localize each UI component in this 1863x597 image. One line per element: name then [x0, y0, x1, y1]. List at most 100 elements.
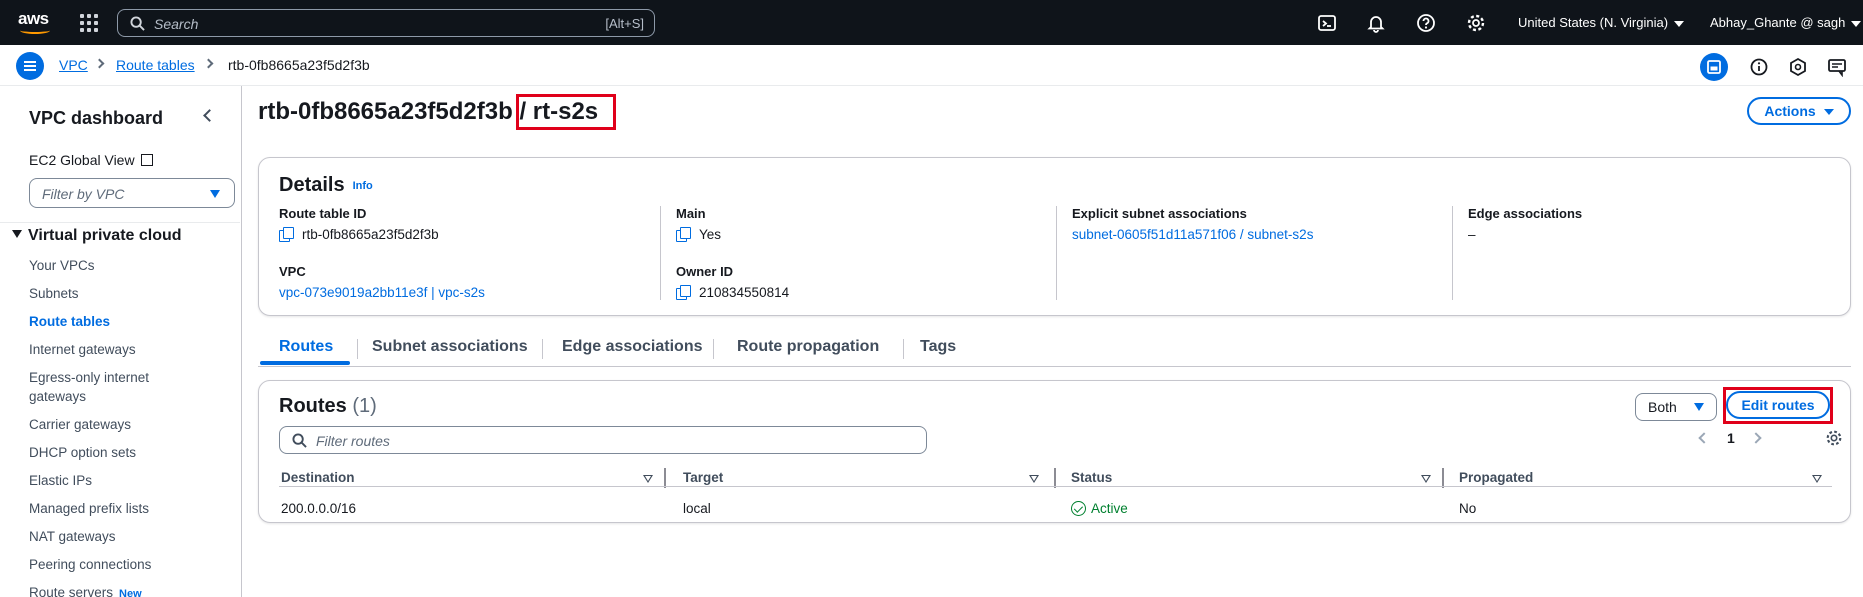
chevron-down-icon [1674, 20, 1685, 27]
edit-routes-button[interactable]: Edit routes [1726, 391, 1830, 419]
caret-down-icon [1694, 403, 1704, 411]
column-header-target[interactable]: Target [683, 470, 723, 485]
breadcrumb-route-tables[interactable]: Route tables [116, 57, 195, 73]
bell-icon[interactable] [1366, 13, 1386, 33]
caret-down-icon [1823, 109, 1834, 116]
sidebar-item-elastic-ips[interactable]: Elastic IPs [29, 471, 92, 490]
external-link-icon [140, 154, 153, 166]
amazon-q-icon[interactable] [1788, 57, 1808, 77]
route-filter-select[interactable]: Both [1635, 393, 1717, 421]
account-menu[interactable]: Abhay_Ghante @ sagh [1710, 15, 1862, 30]
chevron-right-icon [94, 58, 105, 69]
filter-by-vpc-select[interactable]: Filter by VPC [29, 178, 235, 208]
breadcrumb-vpc[interactable]: VPC [59, 57, 88, 73]
tab-edge-associations[interactable]: Edge associations [562, 338, 703, 356]
sidebar-item-subnets[interactable]: Subnets [29, 284, 79, 303]
sidebar-item-managed-prefix-lists[interactable]: Managed prefix lists [29, 499, 149, 518]
subnet-link[interactable]: subnet-0605f51d11a571f06 / subnet-s2s [1072, 227, 1452, 242]
sidebar-item-internet-gateways[interactable]: Internet gateways [29, 340, 136, 359]
status-success-icon [1071, 501, 1086, 516]
pagination: 1 [1696, 429, 1786, 449]
column-header-destination[interactable]: Destination [281, 470, 355, 485]
tab-tags[interactable]: Tags [920, 338, 956, 356]
chevron-right-icon [203, 58, 214, 69]
sort-icon[interactable] [643, 475, 653, 483]
search-placeholder: Search [154, 16, 199, 32]
edge-associations-label: Edge associations [1468, 206, 1583, 221]
region-selector[interactable]: United States (N. Virginia) [1518, 15, 1685, 30]
sidebar-item-carrier-gateways[interactable]: Carrier gateways [29, 415, 131, 434]
tab-route-propagation[interactable]: Route propagation [737, 338, 879, 356]
sidebar-item-nat-gateways[interactable]: NAT gateways [29, 527, 116, 546]
sidebar-item-peering-connections[interactable]: Peering connections [29, 555, 151, 574]
search-icon [292, 433, 307, 448]
caret-down-icon [210, 190, 220, 198]
copy-icon[interactable] [676, 285, 691, 300]
help-icon[interactable] [1416, 13, 1436, 33]
sidebar-title[interactable]: VPC dashboard [29, 108, 163, 129]
column-header-status[interactable]: Status [1071, 470, 1112, 485]
page-number[interactable]: 1 [1727, 430, 1735, 446]
new-badge: New [119, 588, 142, 597]
tab-list: Routes Subnet associations Edge associat… [258, 334, 1851, 367]
sidebar-item-route-servers[interactable]: Route servers New [29, 583, 142, 597]
sidebar-item-your-vpcs[interactable]: Your VPCs [29, 256, 95, 275]
sidebar-item-ec2-global-view[interactable]: EC2 Global View [29, 152, 153, 168]
vpc-label: VPC [279, 264, 306, 279]
sidebar-item-dhcp-option-sets[interactable]: DHCP option sets [29, 443, 136, 462]
vpc-link[interactable]: vpc-073e9019a2bb11e3f | vpc-s2s [279, 285, 659, 300]
sort-icon[interactable] [1812, 475, 1822, 483]
routes-count: (1) [352, 395, 377, 417]
copy-icon[interactable] [279, 227, 294, 242]
breadcrumb-current: rtb-0fb8665a23f5d2f3b [228, 57, 370, 73]
details-panel: Details Info Route table ID rtb-0fb8665a2… [258, 157, 1851, 316]
divider [1452, 206, 1453, 300]
collapse-sidebar-icon[interactable] [203, 109, 216, 122]
column-resizer[interactable] [664, 468, 666, 488]
details-heading: Details Info [279, 174, 373, 196]
divider [279, 486, 1832, 487]
column-resizer[interactable] [1442, 468, 1444, 488]
divider [660, 206, 661, 300]
breadcrumb-bar: VPC Route tables rtb-0fb8665a23f5d2f3b [0, 45, 1863, 86]
tab-routes[interactable]: Routes [279, 338, 333, 356]
copy-icon[interactable] [676, 227, 691, 242]
panel-icon [1707, 60, 1721, 74]
sidebar-section-virtual-private-cloud[interactable]: Virtual private cloud [12, 227, 182, 245]
sidebar-item-route-tables[interactable]: Route tables [29, 312, 110, 331]
owner-id-value: 210834550814 [676, 285, 1056, 300]
gear-icon[interactable] [1825, 429, 1843, 447]
filter-routes-input[interactable]: Filter routes [279, 426, 927, 454]
edge-associations-value: – [1468, 227, 1476, 242]
cell-status: Active [1071, 501, 1128, 516]
tab-subnet-associations[interactable]: Subnet associations [372, 338, 528, 356]
chevron-right-icon[interactable] [1750, 432, 1762, 444]
sidebar-item-egress-only-internet-gateways-line2[interactable]: gateways [29, 387, 86, 406]
caret-down-icon [12, 230, 22, 238]
route-table-id-label: Route table ID [279, 206, 367, 221]
chevron-down-icon [1851, 20, 1862, 27]
actions-button[interactable]: Actions [1747, 97, 1851, 125]
info-link[interactable]: Info [353, 180, 373, 192]
column-resizer[interactable] [1054, 468, 1056, 488]
cloudshell-icon[interactable] [1317, 13, 1337, 33]
feedback-icon[interactable] [1827, 57, 1847, 77]
search-icon [130, 16, 145, 31]
chevron-left-icon[interactable] [1698, 432, 1710, 444]
settings-icon[interactable] [1466, 13, 1486, 33]
owner-id-label: Owner ID [676, 264, 734, 279]
panel-toggle-button[interactable] [1700, 53, 1728, 81]
info-icon[interactable] [1749, 57, 1769, 77]
column-header-propagated[interactable]: Propagated [1459, 470, 1533, 485]
side-nav-toggle-button[interactable] [16, 52, 44, 80]
main-value: Yes [676, 227, 1056, 242]
services-grid-icon[interactable] [80, 14, 98, 32]
sort-icon[interactable] [1029, 475, 1039, 483]
aws-logo[interactable]: aws [18, 10, 52, 34]
sort-icon[interactable] [1421, 475, 1431, 483]
route-table-id-value: rtb-0fb8665a23f5d2f3b [279, 227, 659, 242]
search-input[interactable]: Search [Alt+S] [117, 9, 655, 37]
sidebar-item-egress-only-internet-gateways[interactable]: Egress-only internet [29, 368, 149, 387]
highlight-box [516, 94, 616, 130]
top-navigation: aws Search [Alt+S] United States (N. Vir… [0, 0, 1863, 45]
